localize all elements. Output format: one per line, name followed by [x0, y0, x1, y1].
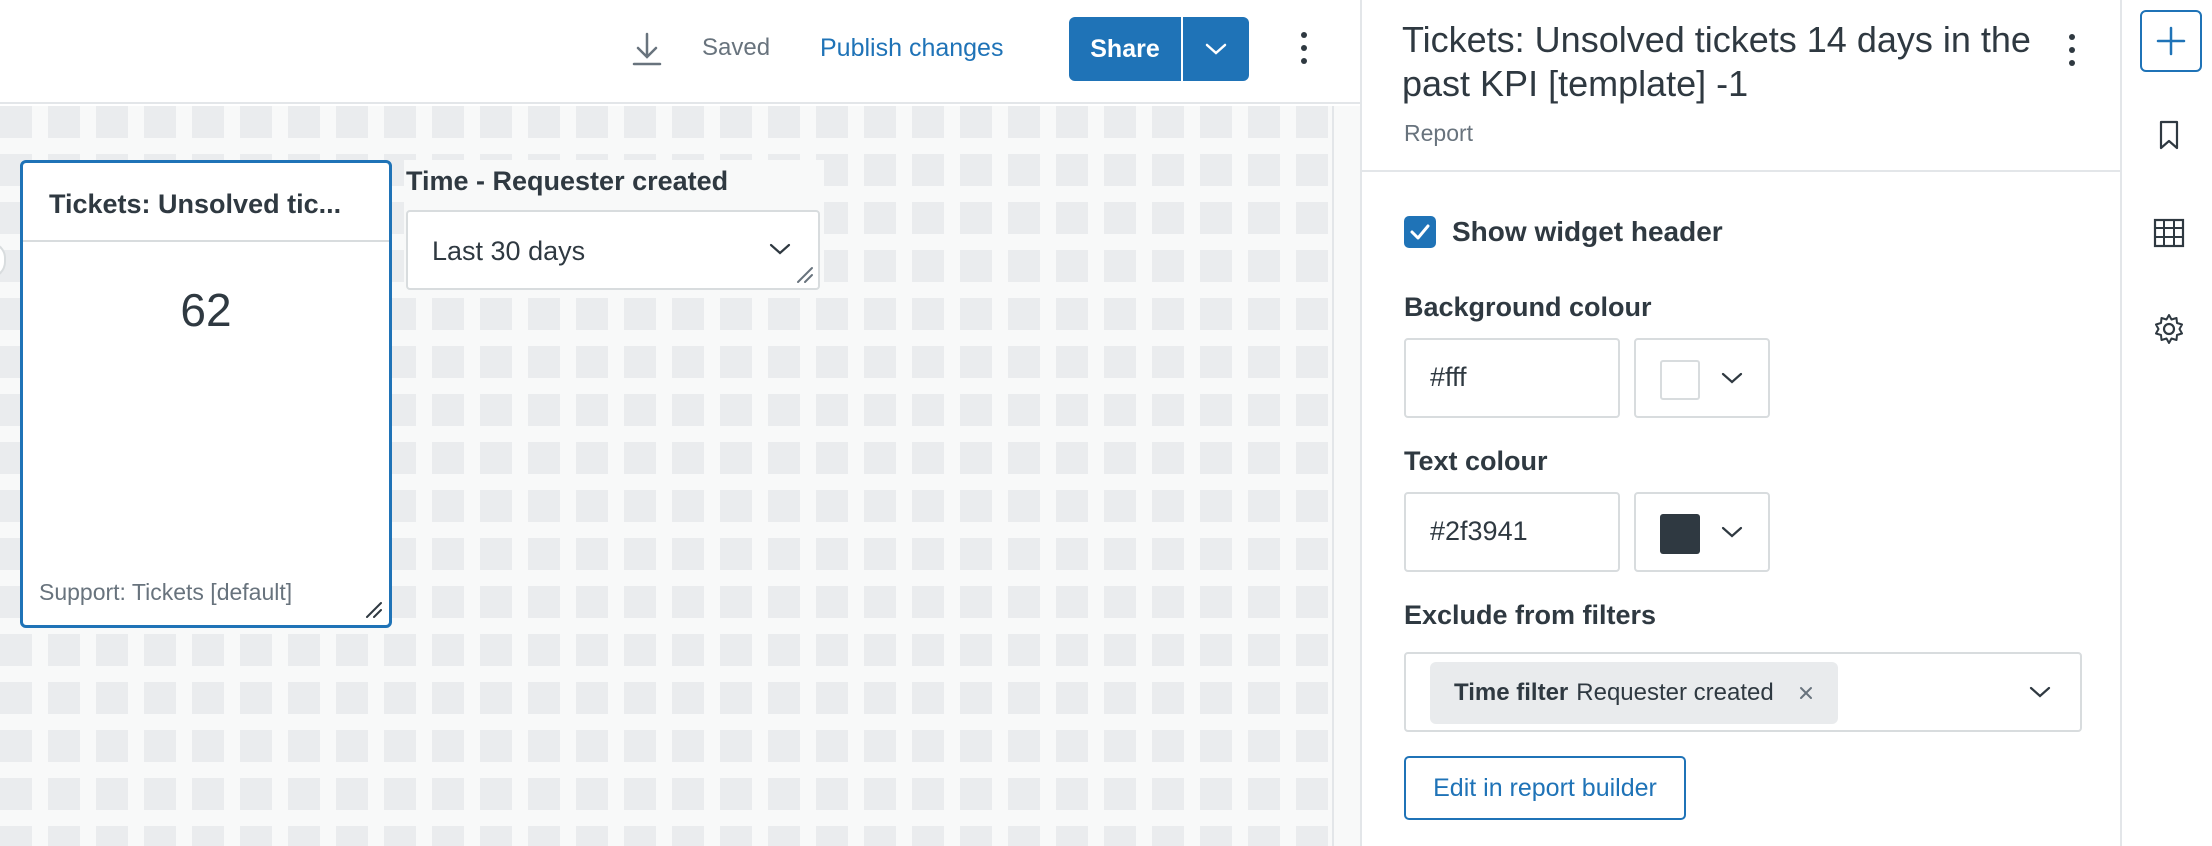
- filter-tag-value: Requester created: [1576, 679, 1774, 706]
- show-widget-header-checkbox[interactable]: [1404, 216, 1436, 248]
- text-colour-input[interactable]: #2f3941: [1404, 492, 1620, 572]
- resize-handle-icon[interactable]: [792, 262, 814, 284]
- share-button-group: Share: [1069, 17, 1249, 81]
- add-widget-button[interactable]: [2140, 10, 2202, 72]
- colour-swatch: [1660, 360, 1700, 400]
- close-icon[interactable]: [1798, 685, 1814, 701]
- show-widget-header-label[interactable]: Show widget header: [1452, 216, 1723, 248]
- share-menu-button[interactable]: [1183, 17, 1249, 81]
- dashboard-toolbar: Saved Publish changes Share: [0, 0, 1360, 104]
- checkmark-icon: [1410, 224, 1430, 240]
- add-icon: [2156, 26, 2186, 56]
- panel-subtitle: Report: [1404, 120, 1474, 146]
- background-colour-input[interactable]: #fff: [1404, 338, 1620, 418]
- widget-settings-panel: Tickets: Unsolved tickets 14 days in the…: [1360, 0, 2122, 846]
- background-colour-label: Background colour: [1404, 292, 1652, 322]
- kpi-value: 62: [180, 284, 232, 336]
- filter-selected-value: Last 30 days: [432, 236, 586, 266]
- filter-label: Time - Requester created: [406, 166, 729, 196]
- more-options-icon[interactable]: [1290, 28, 1318, 68]
- panel-title: Tickets: Unsolved tickets 14 days in the…: [1402, 19, 2031, 104]
- exclude-from-filters-label: Exclude from filters: [1404, 600, 1657, 630]
- colour-swatch: [1660, 514, 1700, 554]
- chevron-down-icon: [1721, 526, 1743, 538]
- widget-source: Support: Tickets [default]: [39, 579, 293, 605]
- chevron-down-icon: [769, 243, 791, 255]
- exclude-filters-select[interactable]: Time filter Requester created: [1404, 652, 2082, 732]
- share-button[interactable]: Share: [1069, 17, 1181, 81]
- background-colour-picker[interactable]: [1634, 338, 1770, 418]
- right-rail: [2120, 0, 2212, 846]
- resize-handle-icon[interactable]: [361, 597, 383, 619]
- text-colour-label: Text colour: [1404, 446, 1548, 476]
- settings-icon[interactable]: [2152, 312, 2186, 346]
- widget-title: Tickets: Unsolved tic...: [49, 189, 342, 219]
- panel-divider: [1362, 170, 2122, 172]
- filter-tag: Time filter Requester created: [1430, 662, 1838, 724]
- show-widget-header-row: Show widget header: [1404, 216, 1723, 248]
- text-colour-picker[interactable]: [1634, 492, 1770, 572]
- kpi-widget[interactable]: Tickets: Unsolved tic... 62 Support: Tic…: [20, 160, 392, 628]
- bookmark-icon[interactable]: [2152, 118, 2186, 152]
- chevron-down-icon: [2029, 686, 2051, 698]
- canvas-scrollbar[interactable]: [1332, 106, 1360, 846]
- filter-tag-key: Time filter: [1454, 679, 1569, 706]
- panel-more-options-icon[interactable]: [2062, 30, 2082, 70]
- publish-changes-link[interactable]: Publish changes: [820, 34, 1003, 63]
- save-status: Saved: [702, 34, 771, 61]
- dashboard-canvas: Tickets: Unsolved tic... 62 Support: Tic…: [0, 106, 1332, 846]
- edit-in-report-builder-button[interactable]: Edit in report builder: [1404, 756, 1686, 820]
- download-icon[interactable]: [630, 30, 664, 68]
- chevron-down-icon: [1205, 43, 1227, 55]
- time-filter-select[interactable]: Last 30 days: [406, 210, 820, 290]
- widget-divider: [23, 240, 389, 242]
- table-icon[interactable]: [2152, 216, 2186, 250]
- chevron-down-icon: [1721, 372, 1743, 384]
- time-filter-widget: Time - Requester created Last 30 days: [404, 160, 824, 292]
